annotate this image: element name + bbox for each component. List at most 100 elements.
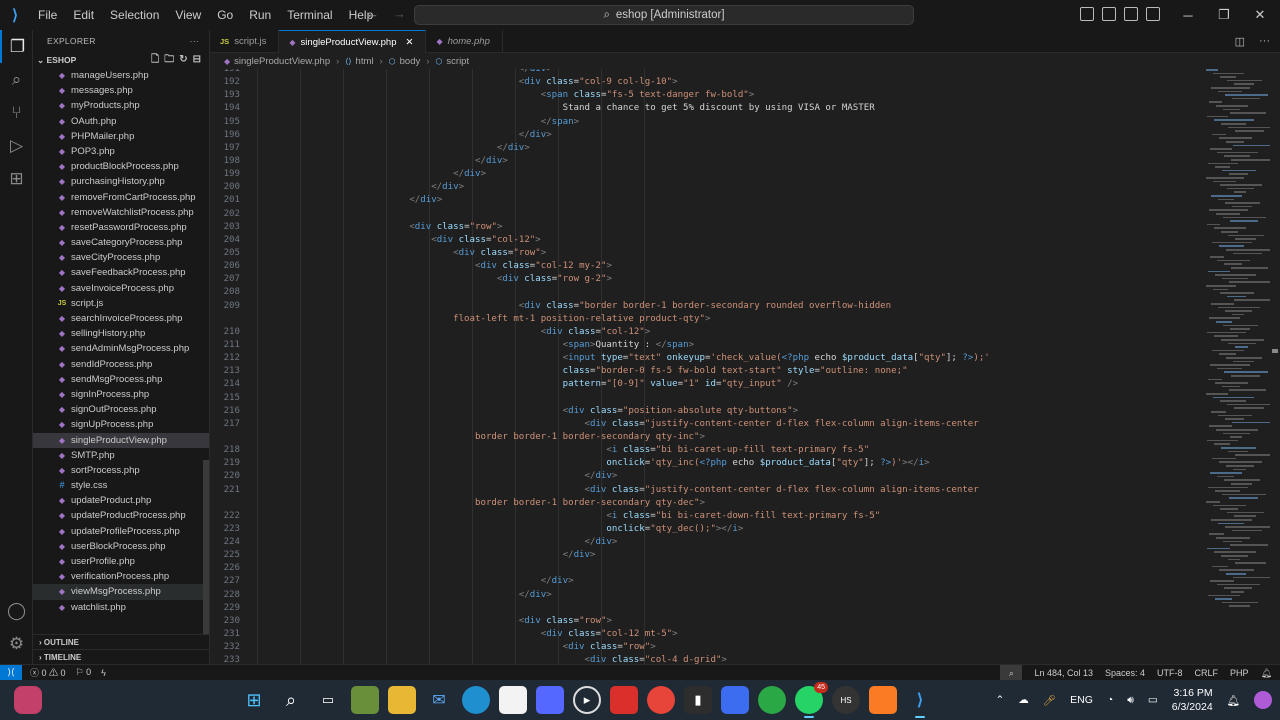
- file-item[interactable]: ◆ saveCategoryProcess.php: [33, 235, 209, 250]
- extensions-icon[interactable]: ⊞: [0, 162, 33, 195]
- store-icon[interactable]: [499, 686, 527, 714]
- outline-section[interactable]: › OUTLINE: [33, 634, 209, 649]
- minecraft-icon[interactable]: [351, 686, 379, 714]
- volume-icon[interactable]: 🔊︎: [1127, 694, 1134, 707]
- file-item[interactable]: ◆ resetPasswordProcess.php: [33, 220, 209, 235]
- edge-icon[interactable]: [462, 686, 490, 714]
- file-item[interactable]: ◆ SMTP.php: [33, 448, 209, 463]
- file-item[interactable]: ◆ POP3.php: [33, 144, 209, 159]
- toggle-panel-icon[interactable]: [1102, 7, 1116, 21]
- chrome-icon[interactable]: [647, 686, 675, 714]
- file-item[interactable]: ◆ sendIdProcess.php: [33, 357, 209, 372]
- file-item[interactable]: ◆ singleProductView.php: [33, 432, 209, 448]
- menu-item-view[interactable]: View: [167, 0, 209, 30]
- file-item[interactable]: ◆ updateProduct.php: [33, 493, 209, 508]
- battery-icon[interactable]: ▭: [1148, 694, 1158, 706]
- problems-indicator[interactable]: ⓧ 0 ⚠ 0: [30, 666, 66, 679]
- notifications-bell-icon[interactable]: 🔔︎: [1261, 668, 1272, 679]
- encoding[interactable]: UTF-8: [1157, 668, 1183, 678]
- file-item[interactable]: ◆ purchasingHistory.php: [33, 174, 209, 189]
- editor-scrollbar[interactable]: [1270, 69, 1280, 664]
- file-item[interactable]: ◆ saveInvoiceProcess.php: [33, 281, 209, 296]
- file-item[interactable]: ◆ myProducts.php: [33, 98, 209, 113]
- file-item[interactable]: ◆ sortProcess.php: [33, 463, 209, 478]
- task-view-icon[interactable]: ▭: [314, 686, 342, 714]
- breadcrumb-item[interactable]: script: [446, 56, 469, 67]
- minimap[interactable]: [1202, 69, 1276, 664]
- breadcrumb-item[interactable]: singleProductView.php: [234, 56, 330, 67]
- hs-app-icon[interactable]: HS: [832, 686, 860, 714]
- file-item[interactable]: ◆ manageUsers.php: [33, 68, 209, 83]
- file-item[interactable]: ◆ verificationProcess.php: [33, 569, 209, 584]
- tab-script-js[interactable]: JS script.js: [210, 30, 280, 53]
- menu-item-terminal[interactable]: Terminal: [279, 0, 340, 30]
- maximize-icon[interactable]: ❐: [1206, 0, 1242, 30]
- file-item[interactable]: ◆ searchInvoiceProcess.php: [33, 311, 209, 326]
- menu-item-file[interactable]: File: [30, 0, 65, 30]
- remote-indicator-icon[interactable]: ⟩⟨: [0, 664, 22, 681]
- file-item[interactable]: ◆ OAuth.php: [33, 114, 209, 129]
- menu-item-go[interactable]: Go: [209, 0, 241, 30]
- language-mode[interactable]: PHP: [1230, 668, 1249, 678]
- ports-indicator[interactable]: ⚐ 0: [76, 667, 92, 678]
- file-item[interactable]: ◆ removeFromCartProcess.php: [33, 190, 209, 205]
- breadcrumb-item[interactable]: html: [356, 56, 374, 67]
- sidebar-scrollbar[interactable]: [203, 460, 209, 635]
- file-item[interactable]: ◆ signInProcess.php: [33, 387, 209, 402]
- file-item[interactable]: ◆ watchlist.php: [33, 600, 209, 615]
- project-folder[interactable]: ⌄ ESHOP 🗋 🗀 ↻ ⊟: [33, 52, 209, 68]
- xampp-icon[interactable]: [869, 686, 897, 714]
- file-explorer-icon[interactable]: [388, 686, 416, 714]
- lightning-icon[interactable]: ϟ: [101, 668, 106, 678]
- account-icon[interactable]: ◯: [0, 594, 33, 627]
- file-item[interactable]: ◆ productBlockProcess.php: [33, 159, 209, 174]
- collapse-all-icon[interactable]: ⊟: [193, 52, 201, 68]
- code-editor[interactable]: 191 </div> 192 <div class="col-9 col-lg-1…: [210, 69, 1280, 664]
- menu-item-edit[interactable]: Edit: [65, 0, 102, 30]
- tab-close-icon[interactable]: ✕: [406, 37, 414, 48]
- menu-item-run[interactable]: Run: [241, 0, 279, 30]
- source-control-icon[interactable]: ⑂: [0, 96, 33, 129]
- file-item[interactable]: ◆ messages.php: [33, 83, 209, 98]
- minimize-icon[interactable]: ─: [1170, 0, 1206, 30]
- line-endings[interactable]: CRLF: [1195, 668, 1219, 678]
- refresh-icon[interactable]: ↻: [179, 52, 187, 68]
- tab-singleproductview-php[interactable]: ◆ singleProductView.php ✕: [279, 30, 427, 53]
- search-view-icon[interactable]: ⌕: [0, 63, 33, 96]
- close-icon[interactable]: ✕: [1242, 0, 1278, 30]
- vscode-taskbar-icon[interactable]: ⟩: [906, 686, 934, 718]
- copilot-widget-icon[interactable]: [14, 686, 42, 714]
- file-item[interactable]: ◆ signOutProcess.php: [33, 402, 209, 417]
- scroll-thumb[interactable]: [1272, 349, 1278, 353]
- file-item[interactable]: ◆ PHPMailer.php: [33, 129, 209, 144]
- file-item[interactable]: ◆ updateProductProcess.php: [33, 508, 209, 523]
- menu-item-selection[interactable]: Selection: [102, 0, 167, 30]
- timeline-section[interactable]: › TIMELINE: [33, 649, 209, 664]
- taskbar-search-icon[interactable]: ⌕: [277, 686, 305, 714]
- clock[interactable]: 3:16 PM 6/3/2024: [1172, 686, 1213, 714]
- file-item[interactable]: ◆ sendAdminMsgProcess.php: [33, 341, 209, 356]
- file-item[interactable]: # style.css: [33, 478, 209, 493]
- file-item[interactable]: ◆ updateProfileProcess.php: [33, 524, 209, 539]
- microphone-icon[interactable]: 🎤︎: [1043, 694, 1056, 707]
- run-debug-icon[interactable]: ▷: [0, 129, 33, 162]
- onedrive-icon[interactable]: ☁: [1018, 694, 1029, 706]
- pdf-reader-icon[interactable]: [610, 686, 638, 714]
- split-editor-icon[interactable]: ◫: [1235, 35, 1245, 48]
- file-item[interactable]: ◆ userBlockProcess.php: [33, 539, 209, 554]
- windows-start-icon[interactable]: ⊞: [240, 686, 268, 714]
- file-item[interactable]: ◆ removeWatchlistProcess.php: [33, 205, 209, 220]
- more-actions-icon[interactable]: ···: [190, 30, 199, 52]
- zoom-icon[interactable]: ⌕: [1000, 665, 1023, 681]
- wifi-icon[interactable]: ◔: [1107, 694, 1113, 706]
- new-folder-icon[interactable]: 🗀: [164, 52, 174, 68]
- copilot-tray-icon[interactable]: [1254, 691, 1272, 709]
- new-file-icon[interactable]: 🗋: [151, 52, 159, 68]
- file-item[interactable]: ◆ viewMsgProcess.php: [33, 584, 209, 600]
- tray-chevron-icon[interactable]: ⌃: [995, 694, 1004, 706]
- file-item[interactable]: ◆ sellingHistory.php: [33, 326, 209, 341]
- chrome-profile-icon[interactable]: [758, 686, 786, 714]
- manage-gear-icon[interactable]: ⚙: [0, 627, 33, 660]
- more-actions-icon[interactable]: ···: [1259, 35, 1270, 48]
- file-item[interactable]: ◆ saveCityProcess.php: [33, 250, 209, 265]
